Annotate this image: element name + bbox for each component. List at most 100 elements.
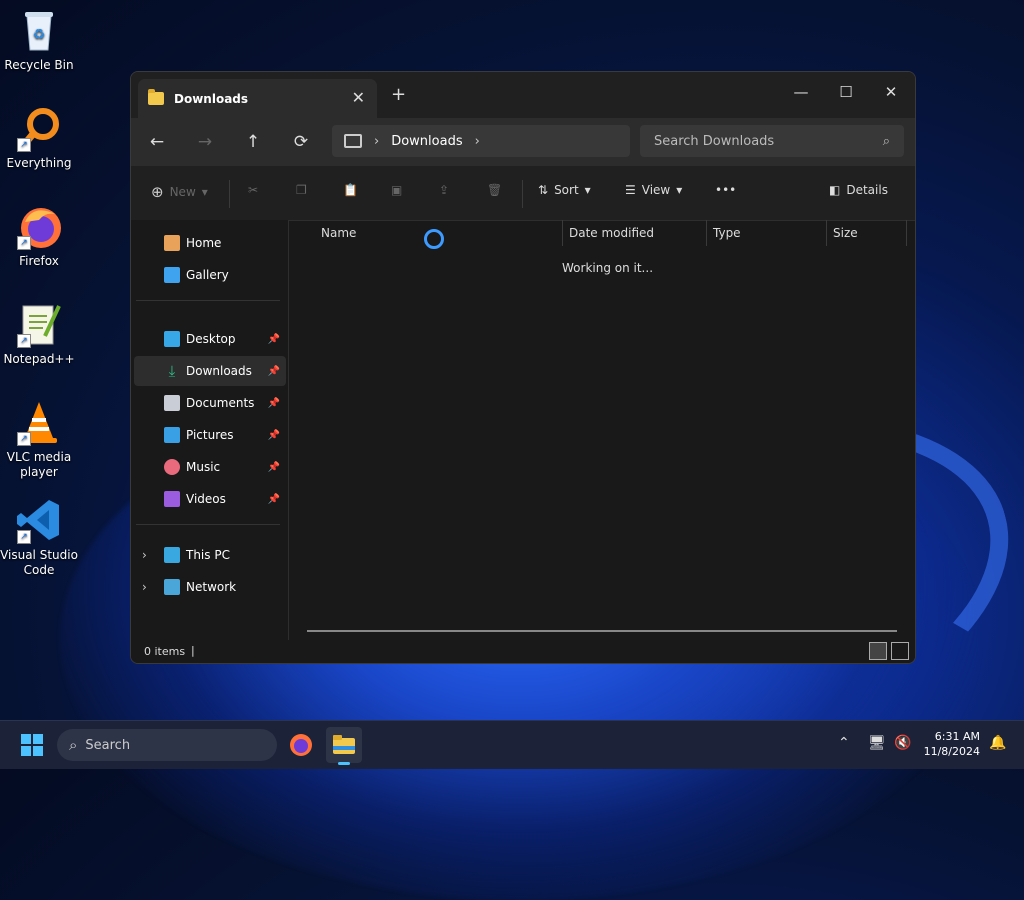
volume-muted-icon[interactable]: 🔇 [894,735,911,751]
windows-logo-icon [21,734,31,744]
back-button[interactable]: ← [143,128,171,156]
desktop-icon-everything[interactable]: ↗ Everything [0,104,78,171]
chevron-up-icon[interactable]: ⌃ [838,735,850,751]
videos-icon [164,491,180,507]
tab-title: Downloads [174,91,249,106]
column-header-type[interactable]: Type [713,226,741,240]
column-divider[interactable] [906,220,907,246]
search-icon: ⌕ [882,133,890,149]
column-divider[interactable] [826,220,827,246]
desktop-icon-firefox[interactable]: ↗ Firefox [0,202,78,269]
sidebar-item-music[interactable]: Music 📌 [134,452,286,482]
cut-button[interactable]: ✂ [248,183,258,197]
desktop-icon-vscode[interactable]: ↗ Visual Studio Code [0,496,78,578]
paste-button[interactable]: 📋 [343,183,358,197]
clock[interactable]: 6:31 AM 11/8/2024 [910,729,980,759]
column-header-name[interactable]: Name [321,226,356,240]
sidebar-item-network[interactable]: › Network [134,572,286,602]
column-divider[interactable] [706,220,707,246]
notification-bell-icon[interactable]: 🔔 [989,735,1006,751]
sidebar-item-label: Documents [186,396,255,410]
desktop-icon-label: Everything [6,156,72,170]
sidebar-item-label: Videos [186,492,226,506]
sidebar-item-gallery[interactable]: Gallery [134,260,286,290]
command-bar: ⊕ New ▾ ✂ ❐ 📋 ▣ ⇪ 🗑 ⇅ Sort ▾ ☰ View ▾ ••… [131,166,915,221]
tab-downloads[interactable]: Downloads ✕ [138,79,377,118]
close-button[interactable]: ✕ [868,77,914,107]
rename-icon: ▣ [391,183,403,197]
taskbar: ⌕ Search ⌃ 🖥 🔇 6:31 AM 11/8/2024 🔔 [0,720,1024,769]
tiles-view-icon[interactable] [891,642,909,660]
forward-button[interactable]: → [191,128,219,156]
chevron-right-icon[interactable]: › [142,580,147,594]
shortcut-arrow-icon: ↗ [17,334,31,348]
chevron-right-icon[interactable]: › [142,548,147,562]
firefox-icon: ↗ [15,202,63,250]
desktop-icon-recycle-bin[interactable]: ♻ Recycle Bin [0,6,78,73]
breadcrumb-separator[interactable]: › [374,134,379,149]
desktop-icon [164,331,180,347]
sidebar-item-this-pc[interactable]: › This PC [134,540,286,570]
share-button[interactable]: ⇪ [439,183,449,197]
sidebar-item-home[interactable]: Home [134,228,286,258]
gallery-icon [164,267,180,283]
breadcrumb-separator[interactable]: › [475,134,480,149]
music-icon [164,459,180,475]
column-header-date[interactable]: Date modified [569,226,654,240]
search-input[interactable]: Search Downloads ⌕ [640,125,904,157]
computer-icon [164,547,180,563]
sidebar-item-documents[interactable]: Documents 📌 [134,388,286,418]
tab-close-icon[interactable]: ✕ [352,88,365,107]
status-bar: 0 items | [131,640,915,663]
delete-button[interactable]: 🗑 [487,183,502,197]
up-button[interactable]: ↑ [239,128,267,156]
minimize-button[interactable]: — [778,77,824,107]
horizontal-scrollbar[interactable] [307,630,897,632]
view-icon: ☰ [625,183,636,197]
refresh-button[interactable]: ⟳ [287,128,315,156]
navigation-bar: ← → ↑ ⟳ › Downloads › Search Downloads ⌕ [131,118,915,166]
taskbar-firefox[interactable] [283,727,319,763]
desktop-icon-label: Firefox [19,254,59,268]
navigation-pane: Home Gallery Desktop 📌 ⤓ Downloads 📌 Doc… [131,220,289,640]
folder-icon [148,89,164,105]
sidebar-item-desktop[interactable]: Desktop 📌 [134,324,286,354]
sidebar-item-label: Music [186,460,221,474]
desktop-icon-vlc[interactable]: ↗ VLC media player [0,398,78,480]
shortcut-arrow-icon: ↗ [17,530,31,544]
address-bar[interactable]: › Downloads › [332,125,630,157]
new-label: New [169,185,196,199]
pin-icon: 📌 [267,493,280,505]
taskbar-file-explorer[interactable] [326,727,362,765]
sidebar-divider [136,300,280,301]
maximize-button[interactable]: ☐ [823,77,869,107]
desktop-icon-label: Visual Studio Code [0,548,78,577]
start-button[interactable] [21,734,43,756]
new-tab-button[interactable]: + [391,84,406,105]
column-header-size[interactable]: Size [833,226,858,240]
column-divider[interactable] [562,220,563,246]
sidebar-item-label: Network [186,580,237,594]
details-pane-icon: ◧ [829,183,841,197]
notepadpp-icon: ↗ [15,300,63,348]
sidebar-item-pictures[interactable]: Pictures 📌 [134,420,286,450]
breadcrumb-downloads[interactable]: Downloads [391,134,462,149]
sidebar-item-downloads[interactable]: ⤓ Downloads 📌 [134,356,286,386]
sidebar-item-videos[interactable]: Videos 📌 [134,484,286,514]
title-bar: Downloads ✕ + — ☐ ✕ [131,72,915,118]
view-button[interactable]: ☰ View ▾ [625,183,682,197]
more-options-button[interactable]: ••• [715,183,736,197]
sort-button[interactable]: ⇅ Sort ▾ [538,183,591,197]
details-view-icon[interactable] [869,642,887,660]
clock-time: 6:31 AM [934,730,980,743]
pin-icon: 📌 [267,429,280,441]
rename-button[interactable]: ▣ [391,183,402,197]
taskbar-search[interactable]: ⌕ Search [57,729,277,761]
desktop-icon-notepadpp[interactable]: ↗ Notepad++ [0,300,78,367]
new-button[interactable]: ⊕ New ▾ [151,183,208,201]
network-icon[interactable]: 🖥 [868,735,886,751]
copy-button[interactable]: ❐ [296,183,307,197]
sidebar-item-label: Desktop [186,332,236,346]
recycle-bin-icon: ♻ [15,6,63,54]
details-pane-button[interactable]: ◧ Details [829,183,888,197]
